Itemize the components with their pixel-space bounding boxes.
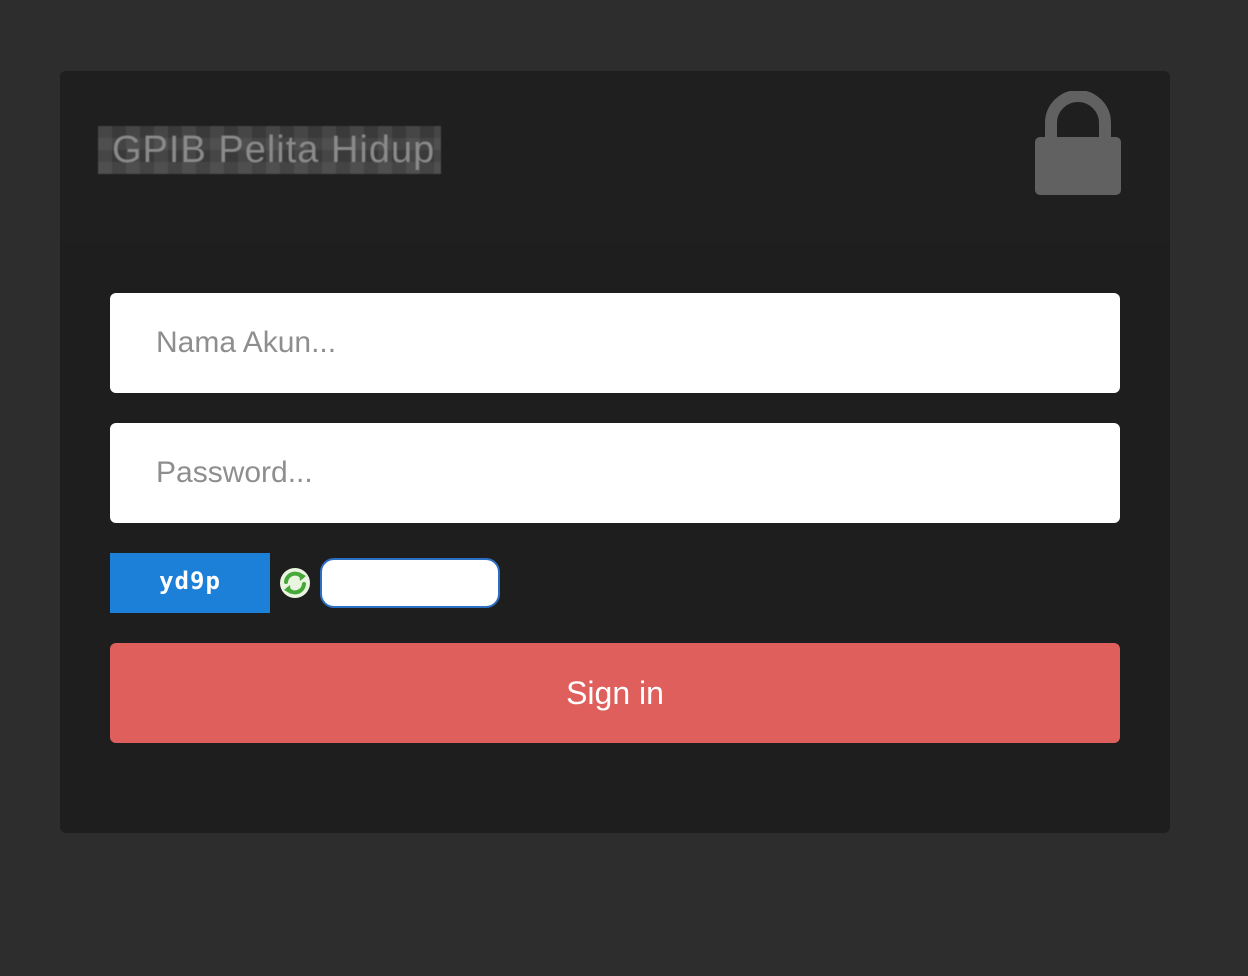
captcha-input[interactable] [320, 558, 500, 608]
lock-icon [1035, 91, 1121, 195]
password-input[interactable] [110, 423, 1120, 523]
login-header: GPIB Pelita Hidup [60, 71, 1170, 243]
login-card: GPIB Pelita Hidup yd9p Sign in [60, 71, 1170, 833]
captcha-image: yd9p [110, 553, 270, 613]
site-title: GPIB Pelita Hidup [98, 126, 441, 174]
refresh-icon[interactable] [279, 567, 311, 599]
signin-button[interactable]: Sign in [110, 643, 1120, 743]
username-input[interactable] [110, 293, 1120, 393]
captcha-row: yd9p [110, 553, 510, 613]
